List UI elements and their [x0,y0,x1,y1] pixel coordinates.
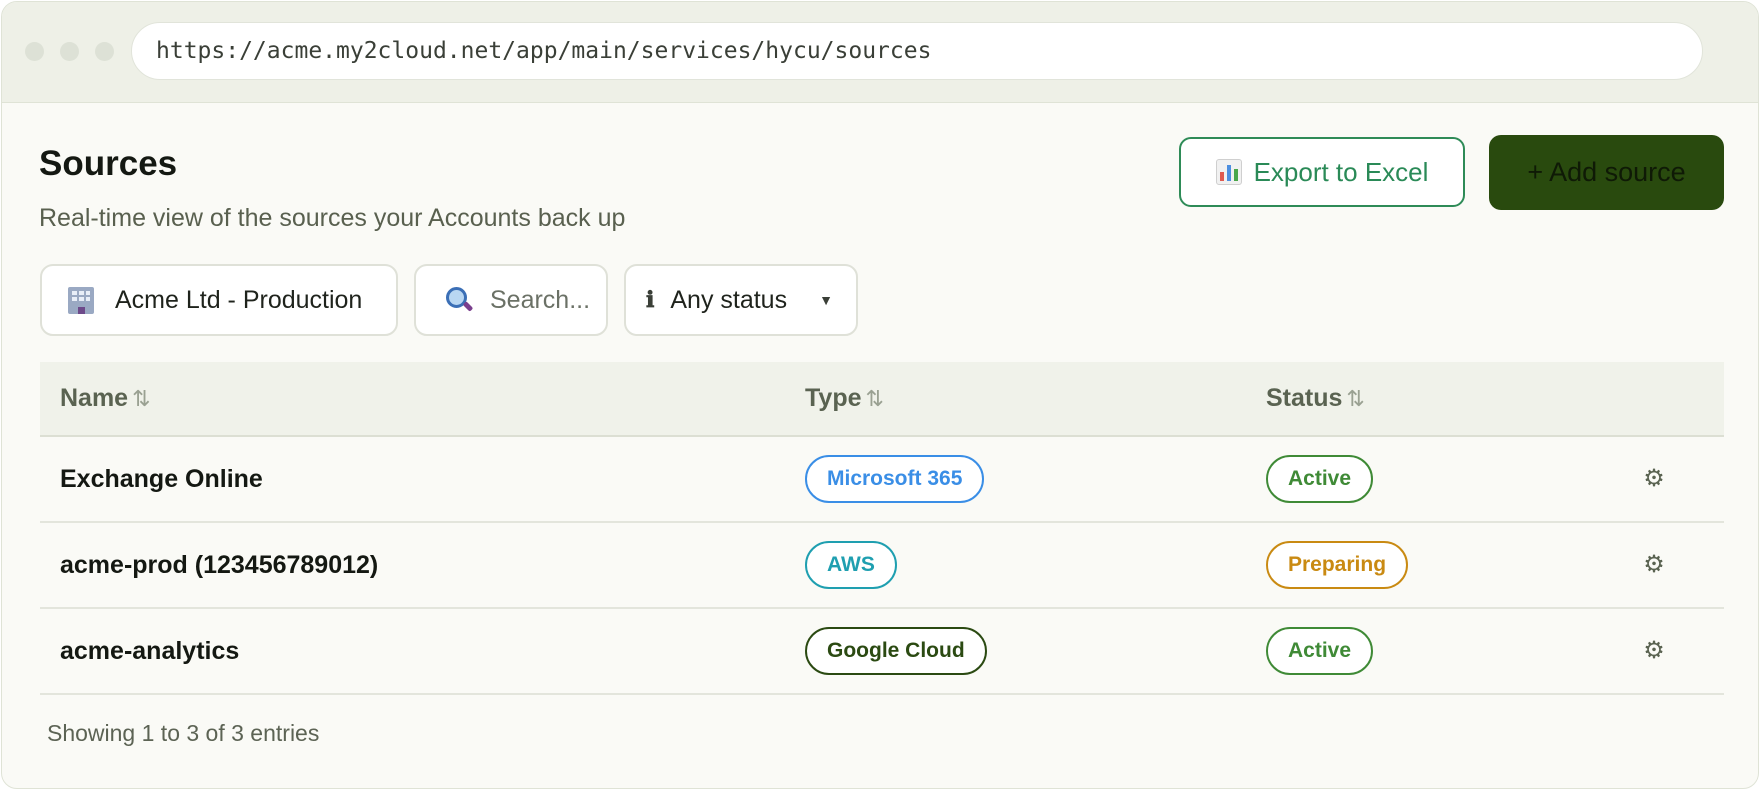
window-dot-maximize[interactable] [95,42,114,61]
table-header: Name ⇅ Type ⇅ Status ⇅ [40,362,1724,437]
type-badge: AWS [805,541,897,589]
column-header-label: Type [805,384,862,412]
type-badge: Google Cloud [805,627,987,675]
excel-chart-icon [1215,159,1242,185]
gear-icon[interactable]: ⚙ [1640,465,1668,493]
building-icon [68,286,94,314]
status-badge: Preparing [1266,541,1409,589]
column-header-status[interactable]: Status ⇅ [1266,362,1365,435]
source-name: acme-prod (123456789012) [60,551,379,579]
info-icon: ℹ [646,287,655,313]
address-bar[interactable]: https://acme.my2cloud.net/app/main/servi… [131,22,1703,80]
sort-icon: ⇅ [865,386,884,411]
window-dot-close[interactable] [25,42,44,61]
column-header-label: Status [1266,384,1343,412]
organization-filter-label: Acme Ltd - Production [115,285,363,314]
gear-icon[interactable]: ⚙ [1640,637,1668,665]
status-badge: Active [1266,455,1374,503]
chevron-down-icon: ▼ [819,292,833,308]
page-subtitle: Real-time view of the sources your Accou… [39,204,626,232]
window-dot-minimize[interactable] [60,42,79,61]
export-button-label: Export to Excel [1253,156,1429,187]
table-row[interactable]: acme-analytics Google Cloud Active ⚙ [40,609,1724,695]
type-badge: Microsoft 365 [805,455,985,503]
source-name: Exchange Online [60,465,263,493]
search-icon [444,285,474,315]
browser-window: https://acme.my2cloud.net/app/main/servi… [1,1,1759,789]
browser-chrome: https://acme.my2cloud.net/app/main/servi… [2,2,1758,103]
source-name: acme-analytics [60,637,240,665]
sort-icon: ⇅ [1346,386,1365,411]
search-placeholder: Search... [490,285,591,314]
status-filter-dropdown[interactable]: ℹ Any status ▼ [624,264,858,336]
add-button-label: + Add source [1527,157,1686,187]
table-row[interactable]: Exchange Online Microsoft 365 Active ⚙ [40,437,1724,523]
entries-count: Showing 1 to 3 of 3 entries [47,720,320,746]
column-header-label: Name [60,384,129,412]
add-source-button[interactable]: + Add source [1489,135,1724,210]
search-input[interactable]: Search... [414,264,608,336]
export-to-excel-button[interactable]: Export to Excel [1179,137,1465,207]
table-row[interactable]: acme-prod (123456789012) AWS Preparing ⚙ [40,523,1724,609]
column-header-name[interactable]: Name ⇅ [60,362,151,435]
organization-filter[interactable]: Acme Ltd - Production [40,264,398,336]
status-filter-label: Any status [670,285,788,314]
sort-icon: ⇅ [132,386,151,411]
gear-icon[interactable]: ⚙ [1640,551,1668,579]
page-title: Sources [39,144,178,183]
status-badge: Active [1266,627,1374,675]
column-header-type[interactable]: Type ⇅ [805,362,884,435]
